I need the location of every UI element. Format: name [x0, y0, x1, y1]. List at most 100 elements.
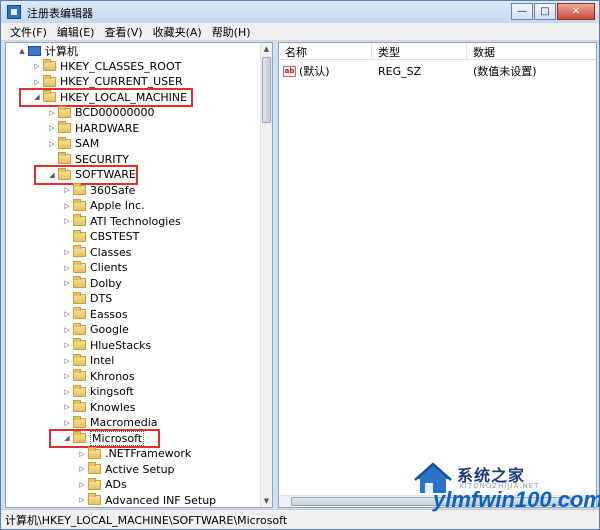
tree-node[interactable]: ▷ kingsoft — [6, 384, 262, 400]
expand-icon[interactable]: ▷ — [78, 462, 86, 477]
tree-node-label[interactable]: Macromedia — [90, 416, 158, 429]
expand-icon[interactable]: ▷ — [63, 338, 71, 353]
scroll-down-icon[interactable]: ▼ — [261, 495, 272, 507]
close-icon: ✕ — [571, 6, 581, 17]
tree-vertical-scrollbar[interactable]: ▲ ▼ — [260, 43, 272, 507]
tree-node[interactable]: ▷ HlueStacks — [6, 338, 262, 354]
expand-icon[interactable]: ▷ — [63, 400, 71, 415]
tree-node-label[interactable]: SAM — [75, 137, 99, 150]
column-header-data[interactable]: 数据 — [467, 43, 596, 60]
menu-edit[interactable]: 编辑(E) — [52, 24, 100, 40]
tree-node-label[interactable]: Apple Inc. — [90, 199, 145, 212]
tree-node[interactable]: ▷ ADs — [6, 477, 262, 493]
tree-node-label[interactable]: Google — [90, 323, 129, 336]
tree-node[interactable]: ▷ Eassos — [6, 307, 262, 323]
menu-file[interactable]: 文件(F) — [5, 24, 52, 40]
tree-node[interactable]: ▷ Classes — [6, 245, 262, 261]
tree-node[interactable]: ▷ Clients — [6, 260, 262, 276]
expand-icon[interactable]: ▷ — [63, 183, 71, 198]
tree-node[interactable]: DTS — [6, 291, 262, 307]
tree-node[interactable]: ▷ Apple Inc. — [6, 198, 262, 214]
tree-node[interactable]: ▷ HARDWARE — [6, 121, 262, 137]
tree-node[interactable]: ▷ Active Setup — [6, 462, 262, 478]
expand-icon[interactable]: ▷ — [48, 105, 56, 120]
tree-node-label[interactable]: Intel — [90, 354, 114, 367]
tree-node[interactable]: ▷ Khronos — [6, 369, 262, 385]
collapse-icon[interactable]: ▲ — [18, 43, 26, 58]
expand-icon[interactable]: ▷ — [78, 477, 86, 492]
tree-node-label[interactable]: BCD00000000 — [75, 106, 155, 119]
expand-icon[interactable]: ▷ — [78, 493, 86, 507]
tree-node-label[interactable]: 计算机 — [45, 43, 78, 59]
no-expander — [63, 291, 71, 306]
tree-node[interactable]: CBSTEST — [6, 229, 262, 245]
tree-node-label[interactable]: Khronos — [90, 370, 135, 383]
maximize-button[interactable]: □ — [534, 3, 556, 20]
values-pane[interactable]: 名称 类型 数据 ab (默认) REG_SZ (数值未设置) — [278, 42, 597, 508]
folder-icon — [43, 59, 56, 72]
tree-node-label[interactable]: Classes — [90, 246, 131, 259]
expand-icon[interactable]: ▷ — [48, 121, 56, 136]
expand-icon[interactable]: ▷ — [63, 198, 71, 213]
scroll-up-icon[interactable]: ▲ — [261, 43, 272, 55]
tree-node[interactable]: ▷ 360Safe — [6, 183, 262, 199]
tree-node[interactable]: ▷ Advanced INF Setup — [6, 493, 262, 508]
menu-view[interactable]: 查看(V) — [99, 24, 147, 40]
expand-icon[interactable]: ▷ — [63, 214, 71, 229]
tree-node-label[interactable]: SECURITY — [75, 153, 129, 166]
column-header-name[interactable]: 名称 — [279, 43, 372, 60]
tree-node-label[interactable]: kingsoft — [90, 385, 134, 398]
tree-node-label[interactable]: HKEY_CURRENT_USER — [60, 75, 183, 88]
tree-node-label[interactable]: HlueStacks — [90, 339, 151, 352]
folder-icon — [73, 245, 86, 258]
minimize-button[interactable]: — — [511, 3, 533, 20]
expand-icon[interactable]: ▷ — [63, 322, 71, 337]
tree-node[interactable]: ▷ HKEY_CLASSES_ROOT — [6, 59, 262, 75]
expand-icon[interactable]: ▷ — [63, 369, 71, 384]
tree-node[interactable]: ▷ Dolby — [6, 276, 262, 292]
menu-favorites[interactable]: 收藏夹(A) — [148, 24, 207, 40]
menu-bar: 文件(F) 编辑(E) 查看(V) 收藏夹(A) 帮助(H) — [1, 23, 599, 41]
tree-node-label[interactable]: Knowles — [90, 401, 135, 414]
tree-node-label[interactable]: Active Setup — [105, 463, 175, 476]
close-button[interactable]: ✕ — [557, 3, 595, 20]
tree-node-label[interactable]: .NETFramework — [105, 447, 191, 460]
key-tree-pane[interactable]: ▲ 计算机 ▷ HKEY_CLASSES_ROOT ▷ HKEY_CURRENT_USER… — [5, 42, 273, 508]
column-header-type[interactable]: 类型 — [372, 43, 467, 60]
expand-icon[interactable]: ▷ — [78, 446, 86, 461]
scroll-thumb[interactable] — [262, 57, 271, 123]
menu-help[interactable]: 帮助(H) — [207, 24, 256, 40]
expand-icon[interactable]: ▷ — [63, 260, 71, 275]
expand-icon[interactable]: ▷ — [63, 245, 71, 260]
tree-node[interactable]: ▷ Knowles — [6, 400, 262, 416]
tree-node-label[interactable]: Eassos — [90, 308, 128, 321]
computer-icon — [28, 45, 41, 56]
expand-icon[interactable]: ▷ — [33, 59, 41, 74]
tree-node[interactable]: ▲ 计算机 — [6, 43, 262, 59]
tree-node-label[interactable]: HKEY_CLASSES_ROOT — [60, 60, 181, 73]
tree-node-label[interactable]: CBSTEST — [90, 230, 139, 243]
tree-node-label[interactable]: ATI Technologies — [90, 215, 181, 228]
folder-icon — [88, 446, 101, 459]
tree-node[interactable]: ▷ ATI Technologies — [6, 214, 262, 230]
tree-node[interactable]: ▷ Intel — [6, 353, 262, 369]
expand-icon[interactable]: ▷ — [63, 276, 71, 291]
tree-node[interactable]: ▷ .NETFramework — [6, 446, 262, 462]
tree-node-label[interactable]: DTS — [90, 292, 112, 305]
tree-node-label[interactable]: Clients — [90, 261, 128, 274]
tree-node[interactable]: ▷ Google — [6, 322, 262, 338]
folder-icon — [73, 214, 86, 227]
tree-node[interactable]: ▷ SAM — [6, 136, 262, 152]
tree-node-label[interactable]: ADs — [105, 478, 127, 491]
tree-node[interactable]: ▷ BCD00000000 — [6, 105, 262, 121]
expand-icon[interactable]: ▷ — [63, 353, 71, 368]
tree-node-label[interactable]: HARDWARE — [75, 122, 139, 135]
value-row[interactable]: ab (默认) REG_SZ (数值未设置) — [279, 63, 596, 79]
folder-icon — [73, 384, 86, 397]
tree-node-label[interactable]: Advanced INF Setup — [105, 494, 216, 507]
expand-icon[interactable]: ▷ — [63, 307, 71, 322]
expand-icon[interactable]: ▷ — [63, 384, 71, 399]
tree-node-label[interactable]: 360Safe — [90, 184, 135, 197]
tree-node-label[interactable]: Dolby — [90, 277, 122, 290]
expand-icon[interactable]: ▷ — [48, 136, 56, 151]
